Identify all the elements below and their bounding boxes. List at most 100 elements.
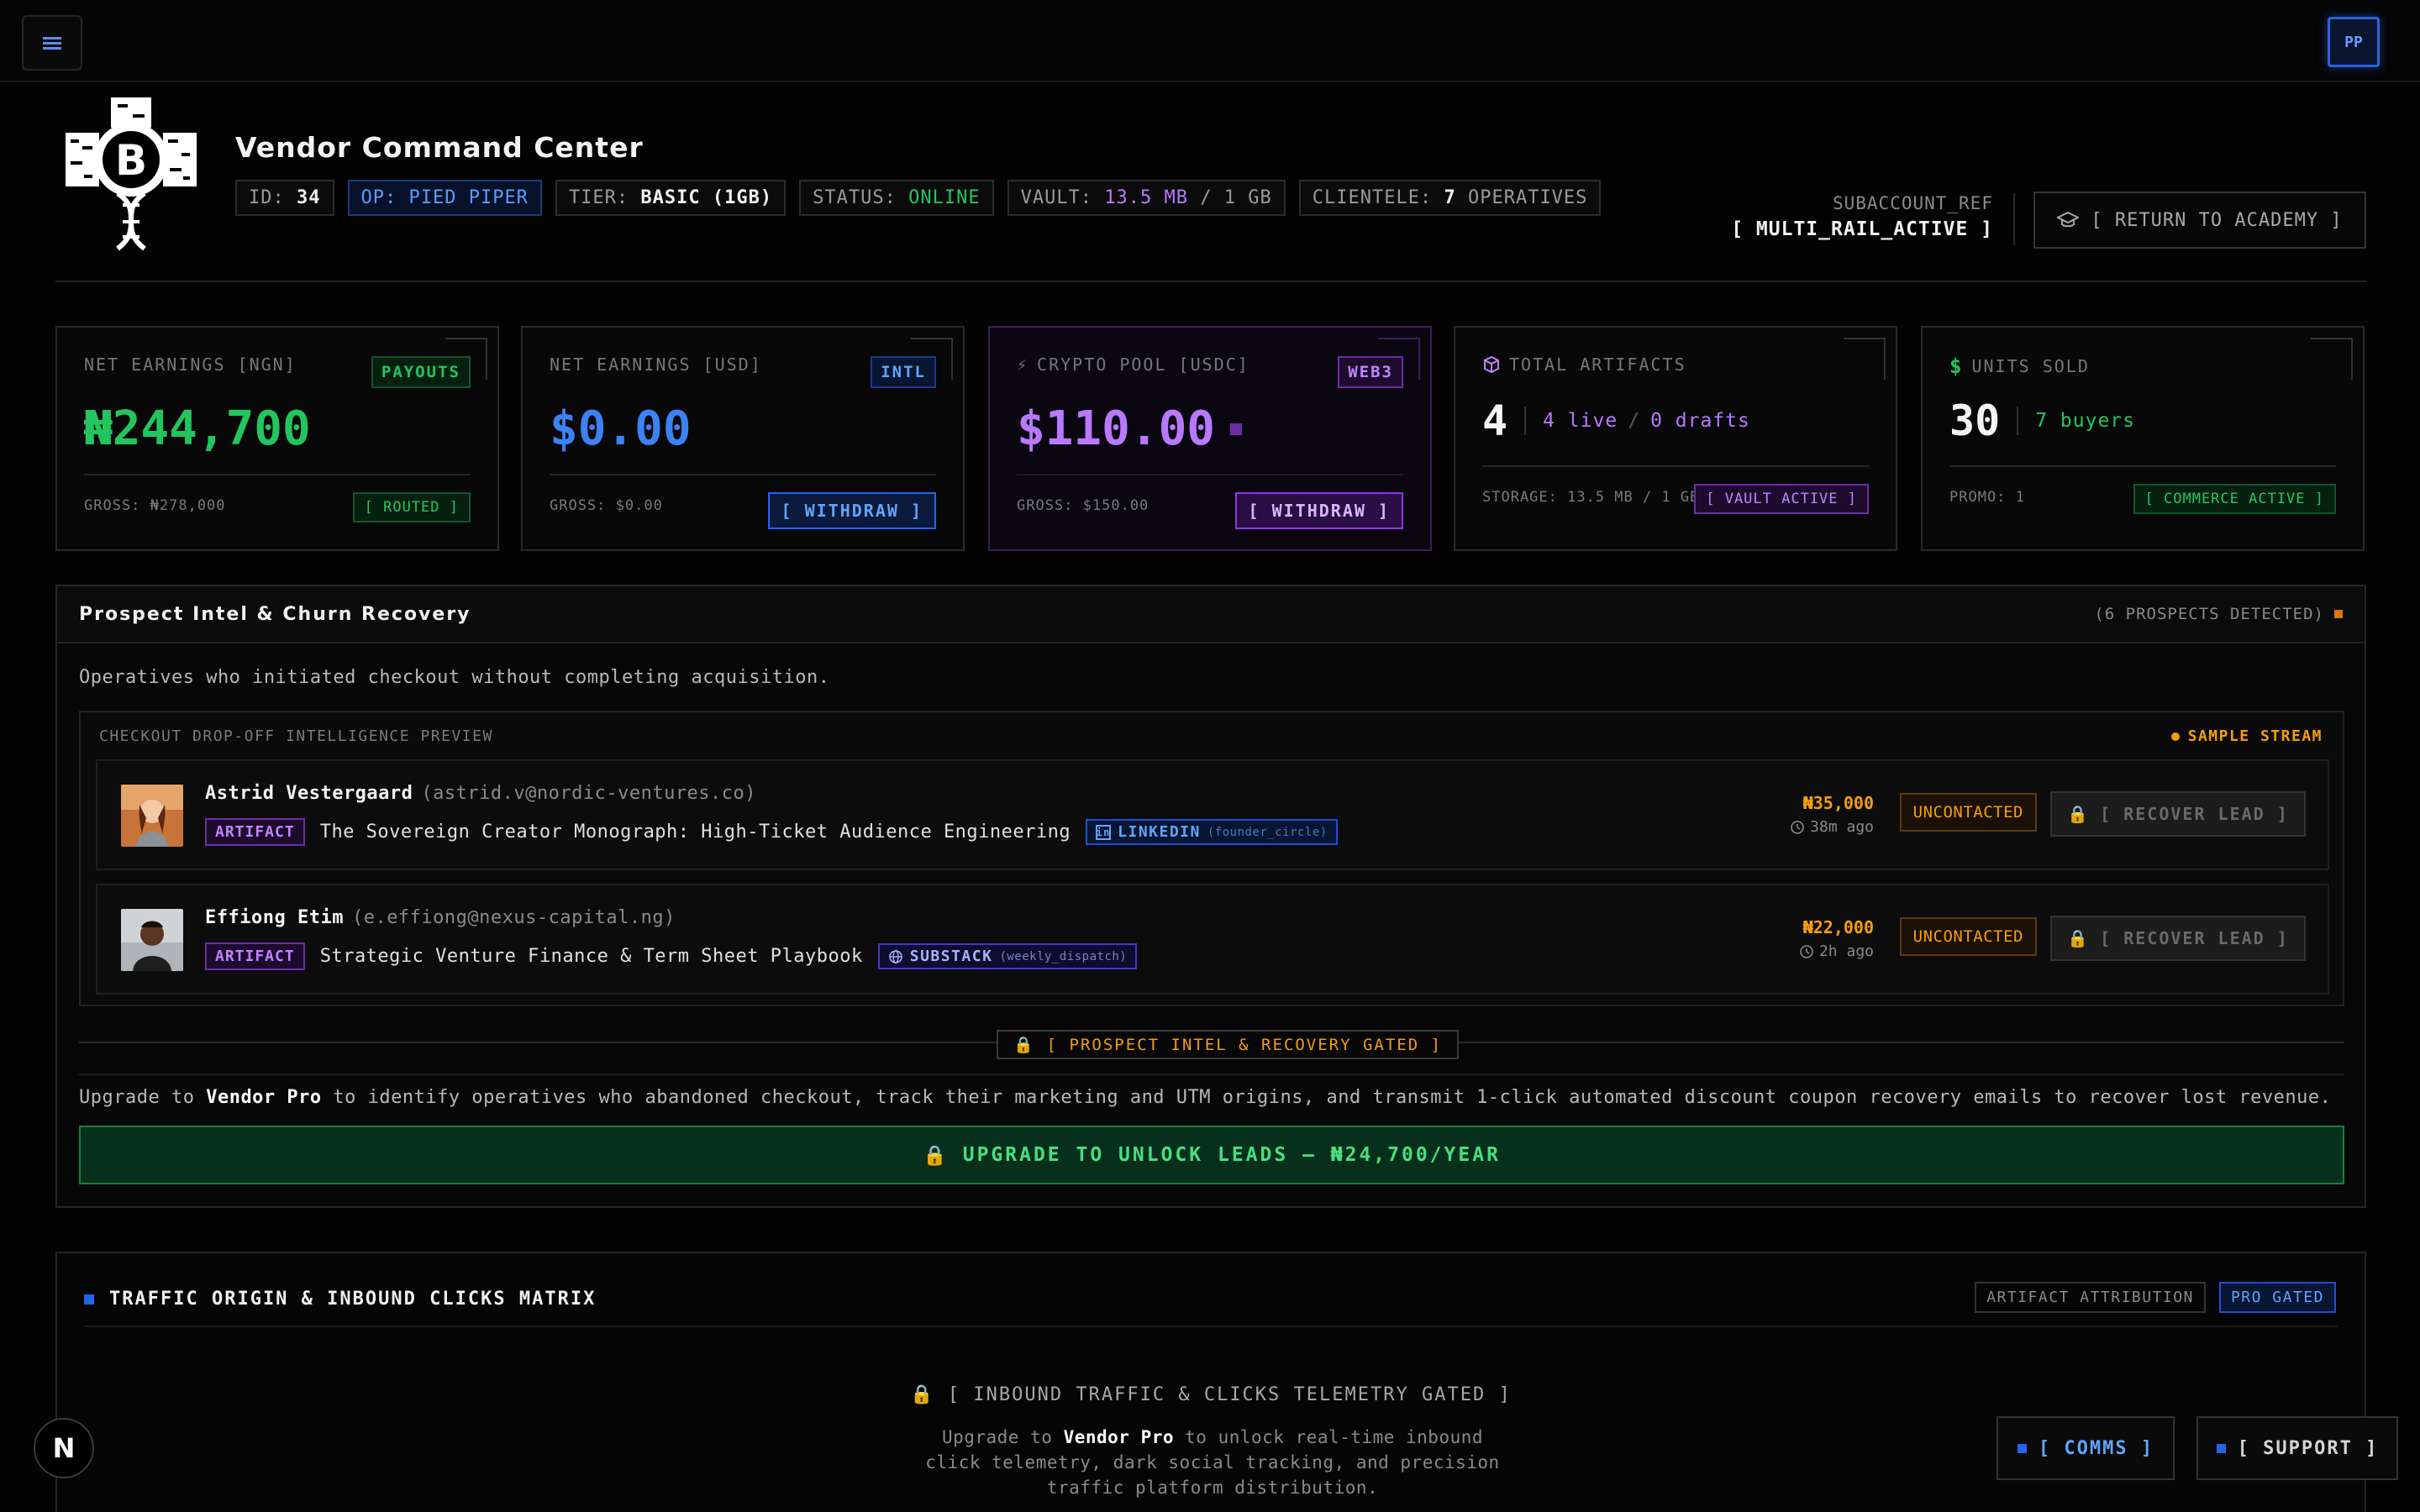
crypto-amount: $110.00	[1017, 402, 1216, 456]
usd-amount: $0.00	[550, 402, 692, 456]
status-badge: UNCONTACTED	[1899, 917, 2037, 956]
vault-active-badge: [ VAULT ACTIVE ]	[1694, 484, 1869, 514]
lead-name: Astrid Vestergaard (astrid.v@nordic-ventu…	[205, 783, 757, 804]
usd-earnings-card: NET EARNINGS [USD] INTL $0.00 GROSS: $0.…	[521, 326, 965, 551]
vendor-meta-chips: ID: 34 OP: PIED PIPER TIER: BASIC (1GB) …	[235, 180, 1602, 216]
return-to-academy-button[interactable]: [ RETURN TO ACADEMY ]	[2033, 192, 2366, 249]
artifacts-count: 4	[1482, 396, 1508, 445]
top-bar: PP	[0, 0, 2420, 82]
panel-description: Operatives who initiated checkout withou…	[79, 667, 830, 688]
operator-chip: OP: PIED PIPER	[347, 180, 542, 216]
prospects-detected: (6 PROSPECTS DETECTED)	[2094, 605, 2343, 623]
lock-icon: 🔒	[923, 1144, 950, 1167]
source-badge: SUBSTACK (weekly_dispatch)	[877, 943, 1138, 969]
units-sold-card: $ UNITS SOLD 30 7 buyers PROMO: 1 [ COMME…	[1921, 326, 2365, 551]
drafts-count: 0 drafts	[1650, 410, 1750, 432]
lead-time: 38m ago	[1790, 818, 1874, 836]
lock-icon: 🔒	[2067, 804, 2091, 824]
lead-amount: ₦22,000 2h ago	[1799, 917, 1874, 960]
attribution-badge: ARTIFACT ATTRIBUTION	[1975, 1282, 2206, 1313]
avatar	[121, 785, 183, 847]
hamburger-icon	[43, 34, 61, 52]
bolt-icon: ⚡	[1017, 354, 1029, 375]
lead-details: ARTIFACT The Sovereign Creator Monograph…	[205, 818, 1338, 846]
dropoff-preview: CHECKOUT DROP-OFF INTELLIGENCE PREVIEW S…	[79, 711, 2344, 1006]
traffic-gated-description: Upgrade to Vendor Pro to unlock real-tim…	[925, 1427, 1500, 1498]
artifact-title: The Sovereign Creator Monograph: High-Ti…	[319, 822, 1071, 843]
status-chip: STATUS: ONLINE	[799, 180, 994, 216]
pro-gated-badge: PRO GATED	[2218, 1282, 2336, 1313]
intl-badge: INTL	[871, 356, 936, 388]
card-label: ⚡ CRYPTO POOL [USDC]	[1017, 354, 1249, 375]
ngn-amount: ₦244,700	[84, 402, 311, 456]
recover-lead-button[interactable]: 🔒[ RECOVER LEAD ]	[2050, 916, 2306, 961]
support-button[interactable]: [ SUPPORT ]	[2196, 1416, 2398, 1480]
avatar-button[interactable]: PP	[2328, 17, 2380, 67]
upgrade-description: Upgrade to Vendor Pro to identify operat…	[79, 1087, 2332, 1108]
live-dot-icon	[2170, 732, 2180, 741]
payouts-badge: PAYOUTS	[371, 356, 471, 388]
lock-icon: 🔒	[1013, 1036, 1035, 1054]
dollar-icon: $	[1949, 354, 1964, 378]
square-icon	[2017, 1443, 2027, 1453]
total-artifacts-card: TOTAL ARTIFACTS 4 4 live / 0 drafts STOR…	[1454, 326, 1897, 551]
vault-chip: VAULT: 13.5 MB / 1 GB	[1007, 180, 1286, 216]
n-logo-button[interactable]: N	[34, 1418, 94, 1478]
artifacts-count-row: 4 4 live / 0 drafts	[1482, 396, 1750, 445]
recover-lead-button[interactable]: 🔒[ RECOVER LEAD ]	[2050, 791, 2306, 837]
square-icon	[2216, 1443, 2226, 1453]
lock-icon: 🔒	[910, 1384, 935, 1405]
clock-icon	[1800, 944, 1813, 958]
buyers-count: 7 buyers	[2035, 410, 2135, 432]
cube-icon	[1484, 355, 1499, 374]
comms-button[interactable]: [ COMMS ]	[1996, 1416, 2175, 1480]
crypto-pool-card: ⚡ CRYPTO POOL [USDC] WEB3 $110.00 GROSS: …	[988, 326, 1432, 551]
lead-email: (astrid.v@nordic-ventures.co)	[421, 783, 757, 804]
header-divider	[2013, 193, 2015, 245]
routed-badge: [ ROUTED ]	[352, 492, 471, 522]
source-badge: in LINKEDIN (founder_circle)	[1086, 819, 1338, 845]
crypto-gross: GROSS: $150.00	[1017, 497, 1150, 514]
subaccount-value: [ MULTI_RAIL_ACTIVE ]	[1731, 218, 1993, 240]
traffic-tags: ARTIFACT ATTRIBUTION PRO GATED	[1975, 1282, 2336, 1313]
usd-withdraw-button[interactable]: [ WITHDRAW ]	[767, 492, 936, 529]
square-icon	[84, 1294, 94, 1305]
promo-count: PROMO: 1	[1949, 489, 2025, 506]
crypto-withdraw-button[interactable]: [ WITHDRAW ]	[1234, 492, 1403, 529]
commerce-active-badge: [ COMMERCE ACTIVE ]	[2133, 484, 2336, 514]
lead-name: Effiong Etim (e.effiong@nexus-capital.ng)	[205, 907, 676, 928]
globe-icon	[888, 949, 902, 963]
upgrade-unlock-button[interactable]: 🔒 UPGRADE TO UNLOCK LEADS — ₦24,700/YEAR	[79, 1126, 2344, 1184]
graduation-cap-icon	[2057, 211, 2080, 228]
lead-email: (e.effiong@nexus-capital.ng)	[351, 907, 676, 928]
panel-title: Prospect Intel & Churn Recovery	[79, 603, 471, 625]
clock-icon	[1791, 820, 1804, 834]
menu-button[interactable]	[22, 15, 82, 71]
return-label: [ RETURN TO ACADEMY ]	[2091, 209, 2343, 231]
ngn-earnings-card: NET EARNINGS [NGN] PAYOUTS ₦244,700 GROS…	[55, 326, 499, 551]
lead-details: ARTIFACT Strategic Venture Finance & Ter…	[205, 942, 1138, 970]
header-rule	[55, 281, 2366, 282]
avatar	[121, 909, 183, 971]
card-label: TOTAL ARTIFACTS	[1482, 354, 1686, 375]
tier-chip: TIER: BASIC (1GB)	[555, 180, 786, 216]
panel-header: Prospect Intel & Churn Recovery (6 PROSP…	[57, 586, 2365, 643]
pulse-indicator-icon	[1230, 423, 1243, 435]
lead-time: 2h ago	[1799, 942, 1874, 960]
brand-logo: B	[66, 97, 197, 251]
prospect-intel-panel: Prospect Intel & Churn Recovery (6 PROSP…	[55, 585, 2366, 1208]
gated-badge: 🔒[ PROSPECT INTEL & RECOVERY GATED ]	[997, 1030, 1460, 1059]
sample-stream-badge: SAMPLE STREAM	[2170, 727, 2323, 745]
preview-label: CHECKOUT DROP-OFF INTELLIGENCE PREVIEW	[99, 727, 493, 745]
clientele-chip: CLIENTELE: 7 OPERATIVES	[1298, 180, 1602, 216]
lead-value: ₦22,000	[1802, 917, 1874, 937]
status-square-icon	[2334, 610, 2343, 618]
linkedin-icon: in	[1096, 824, 1112, 840]
svg-text:B: B	[115, 136, 147, 185]
status-badge: UNCONTACTED	[1899, 793, 2037, 832]
traffic-gated-label: 🔒 [ INBOUND TRAFFIC & CLICKS TELEMETRY G…	[910, 1384, 1512, 1405]
page-title: Vendor Command Center	[235, 131, 644, 164]
artifact-badge: ARTIFACT	[205, 818, 305, 846]
list-item: Effiong Etim (e.effiong@nexus-capital.ng)…	[96, 884, 2329, 995]
units-count-row: 30 7 buyers	[1949, 396, 2135, 445]
